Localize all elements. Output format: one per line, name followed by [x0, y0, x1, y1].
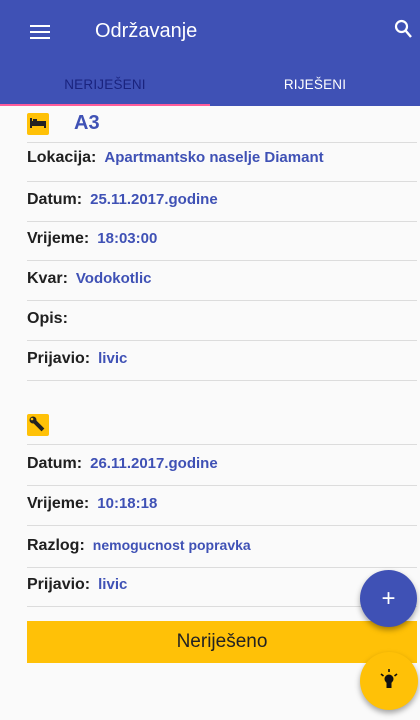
field-datum: Datum: 25.11.2017.godine: [27, 191, 417, 222]
field-lokacija: Lokacija: Apartmantsko naselje Diamant: [27, 149, 417, 182]
field-vrijeme: Vrijeme: 18:03:00: [27, 230, 417, 261]
field-label: Vrijeme:: [27, 495, 90, 512]
plus-icon: +: [381, 585, 396, 612]
page-title: Održavanje: [95, 20, 198, 42]
unit-row: A3: [27, 106, 417, 143]
field-label: Prijavio:: [27, 576, 91, 593]
field-opis: Opis:: [27, 310, 417, 341]
field-label: Prijavio:: [27, 350, 91, 367]
add-button[interactable]: +: [360, 570, 417, 627]
field-label: Opis:: [27, 310, 68, 327]
search-icon[interactable]: [394, 19, 412, 39]
field-label: Vrijeme:: [27, 230, 90, 247]
status-button[interactable]: Neriješeno: [27, 621, 417, 663]
field-kvar: Kvar: Vodokotlic: [27, 270, 417, 301]
field-value: Apartmantsko naselje Diamant: [104, 149, 324, 166]
field-vrijeme: Vrijeme: 10:18:18: [27, 495, 417, 526]
field-value: 25.11.2017.godine: [90, 191, 218, 208]
field-value: 26.11.2017.godine: [90, 455, 218, 472]
field-value: nemogucnost popravka: [92, 537, 251, 553]
field-prijavio: Prijavio: livic: [27, 350, 417, 381]
field-datum: Datum: 26.11.2017.godine: [27, 455, 417, 486]
field-label: Datum:: [27, 191, 83, 208]
field-label: Kvar:: [27, 270, 68, 287]
field-label: Razlog:: [27, 537, 85, 554]
tab-nerijeseni[interactable]: NERIJEŠENI: [0, 64, 210, 106]
field-value: livic: [98, 576, 128, 593]
app-bar: Održavanje: [0, 0, 420, 64]
tab-rijeseni[interactable]: RIJEŠENI: [210, 64, 420, 106]
lightbulb-button[interactable]: [360, 652, 418, 710]
field-value: livic: [98, 350, 128, 367]
field-razlog: Razlog: nemogucnost popravka: [27, 537, 417, 568]
field-value: 10:18:18: [97, 495, 158, 512]
tab-bar: NERIJEŠENI RIJEŠENI: [0, 64, 420, 106]
field-prijavio: Prijavio: livic: [27, 576, 417, 607]
menu-icon[interactable]: [30, 25, 50, 39]
field-label: Lokacija:: [27, 149, 97, 166]
unit-code: A3: [74, 112, 100, 134]
field-value: Vodokotlic: [75, 270, 152, 287]
repair-header: [27, 406, 417, 445]
field-value: 18:03:00: [97, 230, 158, 247]
field-label: Datum:: [27, 455, 83, 472]
lightbulb-icon: [380, 669, 398, 688]
